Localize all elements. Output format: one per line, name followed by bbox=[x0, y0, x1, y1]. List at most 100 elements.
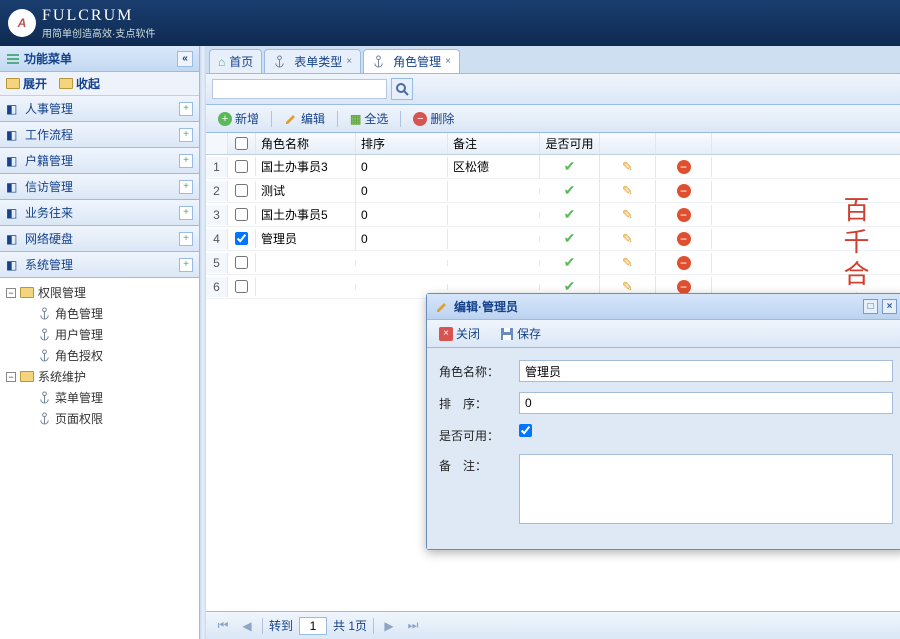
minus-icon[interactable]: − bbox=[6, 372, 16, 382]
cell-note bbox=[448, 212, 540, 218]
tree-leaf[interactable]: 菜单管理 bbox=[0, 387, 199, 408]
page-input[interactable] bbox=[299, 617, 327, 635]
row-checkbox[interactable] bbox=[235, 280, 248, 293]
search-input[interactable] bbox=[212, 79, 387, 99]
tree-leaf[interactable]: 页面权限 bbox=[0, 408, 199, 429]
tree-group-maintenance[interactable]: − 系统维护 bbox=[0, 366, 199, 387]
grid-header: 角色名称 排序 备注 是否可用 bbox=[206, 133, 900, 155]
dialog-close-button[interactable]: × bbox=[882, 299, 897, 314]
add-button[interactable]: +新增 bbox=[212, 108, 265, 129]
sort-input[interactable] bbox=[519, 392, 893, 414]
expand-icon[interactable]: + bbox=[179, 128, 193, 142]
pager: ⏮ ◀ 转到 共 1页 ▶ ⏭ bbox=[206, 611, 900, 639]
prev-page-button[interactable]: ◀ bbox=[238, 617, 256, 635]
dialog-close-action[interactable]: ×关闭 bbox=[433, 323, 486, 344]
delete-button[interactable]: −删除 bbox=[407, 108, 460, 129]
row-delete-button[interactable]: − bbox=[656, 157, 712, 177]
note-textarea[interactable] bbox=[519, 454, 893, 524]
tab[interactable]: 角色管理× bbox=[363, 49, 460, 73]
dialog-save-action[interactable]: 保存 bbox=[494, 323, 547, 344]
select-all-checkbox[interactable] bbox=[235, 137, 248, 150]
tab-close-icon[interactable]: × bbox=[346, 56, 352, 67]
available-checkbox[interactable] bbox=[519, 424, 532, 437]
expand-icon[interactable]: + bbox=[179, 232, 193, 246]
pencil-icon: ✎ bbox=[622, 231, 633, 247]
row-checkbox[interactable] bbox=[235, 256, 248, 269]
anchor-icon bbox=[273, 55, 286, 68]
expand-icon[interactable]: + bbox=[179, 206, 193, 220]
row-delete-button[interactable]: − bbox=[656, 181, 712, 201]
row-delete-button[interactable]: − bbox=[656, 229, 712, 249]
cell-name: 国土办事员3 bbox=[256, 155, 356, 178]
table-row[interactable]: 5✔✎− bbox=[206, 251, 900, 275]
dialog-header[interactable]: 编辑·管理员 □ × bbox=[427, 294, 900, 320]
last-page-button[interactable]: ⏭ bbox=[404, 617, 422, 635]
accordion-item[interactable]: ◧人事管理+ bbox=[0, 96, 199, 122]
accordion-item[interactable]: ◧业务往来+ bbox=[0, 200, 199, 226]
accordion-item[interactable]: ◧户籍管理+ bbox=[0, 148, 199, 174]
accordion-item[interactable]: ◧信访管理+ bbox=[0, 174, 199, 200]
module-icon: ◧ bbox=[6, 154, 20, 168]
row-checkbox[interactable] bbox=[235, 232, 248, 245]
table-row[interactable]: 2测试0✔✎− bbox=[206, 179, 900, 203]
accordion-item[interactable]: ◧工作流程+ bbox=[0, 122, 199, 148]
field-label-note: 备 注： bbox=[439, 454, 519, 474]
accordion-item[interactable]: ◧网络硬盘+ bbox=[0, 226, 199, 252]
col-note[interactable]: 备注 bbox=[448, 133, 540, 154]
expand-icon[interactable]: + bbox=[179, 102, 193, 116]
expand-all-button[interactable]: 展开 bbox=[6, 75, 47, 92]
tree-label: 权限管理 bbox=[38, 284, 86, 301]
app-logo: A bbox=[8, 9, 36, 37]
role-name-input[interactable] bbox=[519, 360, 893, 382]
table-row[interactable]: 4管理员0✔✎− bbox=[206, 227, 900, 251]
tree-leaf[interactable]: 角色管理 bbox=[0, 303, 199, 324]
tree-leaf[interactable]: 角色授权 bbox=[0, 345, 199, 366]
tab[interactable]: ⌂首页 bbox=[209, 49, 262, 73]
tab-close-icon[interactable]: × bbox=[445, 56, 451, 67]
collapse-all-button[interactable]: 收起 bbox=[59, 75, 100, 92]
dialog-toolbar: ×关闭 保存 bbox=[427, 320, 900, 348]
row-edit-button[interactable]: ✎ bbox=[600, 180, 656, 202]
anchor-icon bbox=[38, 412, 51, 425]
row-checkbox[interactable] bbox=[235, 160, 248, 173]
sidebar-collapse-button[interactable]: « bbox=[177, 51, 193, 67]
expand-icon[interactable]: + bbox=[179, 154, 193, 168]
minus-icon[interactable]: − bbox=[6, 288, 16, 298]
tree-group-permissions[interactable]: − 权限管理 bbox=[0, 282, 199, 303]
row-edit-button[interactable]: ✎ bbox=[600, 204, 656, 226]
col-available[interactable]: 是否可用 bbox=[540, 133, 600, 154]
row-edit-button[interactable]: ✎ bbox=[600, 228, 656, 250]
tree-leaf[interactable]: 用户管理 bbox=[0, 324, 199, 345]
select-all-button[interactable]: ▦全选 bbox=[344, 108, 394, 129]
expand-icon[interactable]: + bbox=[179, 180, 193, 194]
pencil-icon bbox=[284, 112, 298, 126]
cell-available: ✔ bbox=[540, 179, 600, 202]
maximize-button[interactable]: □ bbox=[863, 299, 878, 314]
table-row[interactable]: 1国土办事员30区松德✔✎− bbox=[206, 155, 900, 179]
tab[interactable]: 表单类型× bbox=[264, 49, 361, 73]
col-name[interactable]: 角色名称 bbox=[256, 133, 356, 154]
next-page-button[interactable]: ▶ bbox=[380, 617, 398, 635]
expand-icon[interactable]: + bbox=[179, 258, 193, 272]
field-label-avail: 是否可用： bbox=[439, 424, 519, 444]
row-checkbox[interactable] bbox=[235, 208, 248, 221]
cell-sort: 0 bbox=[356, 205, 448, 225]
edit-button[interactable]: 编辑 bbox=[278, 108, 331, 129]
accordion-item[interactable]: ◧系统管理+ bbox=[0, 252, 199, 278]
minus-icon: − bbox=[677, 208, 691, 222]
row-edit-button[interactable]: ✎ bbox=[600, 252, 656, 274]
row-checkbox[interactable] bbox=[235, 184, 248, 197]
table-row[interactable]: 3国土办事员50✔✎− bbox=[206, 203, 900, 227]
search-button[interactable] bbox=[391, 78, 413, 100]
row-edit-button[interactable]: ✎ bbox=[600, 156, 656, 178]
first-page-button[interactable]: ⏮ bbox=[214, 617, 232, 635]
cell-note bbox=[448, 188, 540, 194]
row-delete-button[interactable]: − bbox=[656, 253, 712, 273]
col-sort[interactable]: 排序 bbox=[356, 133, 448, 154]
edit-dialog: 编辑·管理员 □ × ×关闭 保存 角色名称： 排 序： 是否可用： 备 注： bbox=[426, 293, 900, 550]
brand-name: FULCRUM bbox=[42, 7, 155, 25]
row-delete-button[interactable]: − bbox=[656, 205, 712, 225]
brand-slogan: 用简单创造高效·支点软件 bbox=[42, 25, 155, 40]
app-header: A FULCRUM 用简单创造高效·支点软件 bbox=[0, 0, 900, 46]
tree-label: 角色管理 bbox=[55, 305, 103, 322]
